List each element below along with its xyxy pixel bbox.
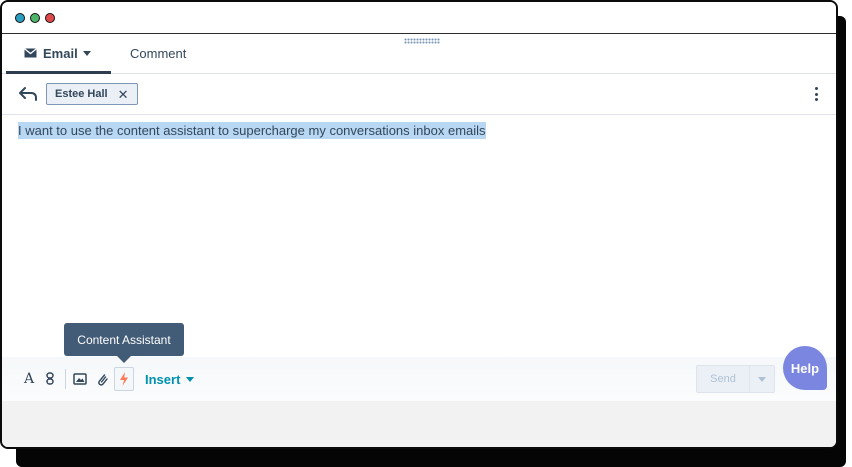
email-body-editor[interactable]: I want to use the content assistant to s… [2, 115, 836, 355]
paperclip-icon[interactable] [95, 369, 109, 389]
insert-dropdown[interactable]: Insert [145, 370, 195, 388]
chevron-down-icon [758, 376, 766, 382]
lightning-icon [120, 372, 128, 386]
chevron-down-icon [186, 376, 195, 382]
tab-email-label: Email [43, 45, 78, 61]
reply-arrow-icon[interactable] [18, 85, 38, 103]
font-format-icon[interactable]: A [22, 369, 36, 389]
recipient-chip-label: Estee Hall [55, 88, 108, 100]
insert-label: Insert [145, 371, 181, 387]
drag-handle-icon[interactable] [404, 38, 440, 44]
toolbar-divider [65, 369, 66, 389]
window-dot-red[interactable] [45, 13, 55, 23]
window-dot-blue[interactable] [15, 13, 25, 23]
content-assistant-button[interactable] [114, 367, 134, 391]
close-icon[interactable]: ✕ [118, 88, 129, 101]
send-button[interactable]: Send [697, 366, 750, 392]
send-options-dropdown[interactable] [750, 366, 774, 392]
tab-email[interactable]: Email [6, 34, 111, 74]
title-bar [2, 2, 836, 34]
image-icon[interactable] [73, 369, 87, 389]
chevron-down-icon [82, 50, 91, 56]
kebab-menu-icon[interactable] [814, 87, 818, 101]
tooltip-text: Content Assistant [77, 332, 171, 347]
tab-comment-label: Comment [130, 45, 187, 61]
recipient-row: Estee Hall ✕ [2, 74, 836, 115]
footer-area [2, 401, 836, 447]
snippet-icon[interactable] [44, 369, 56, 389]
email-body-text: I want to use the content assistant to s… [18, 122, 486, 139]
help-button[interactable]: Help [783, 346, 827, 390]
mail-icon [24, 48, 37, 58]
tab-comment[interactable]: Comment [130, 34, 186, 72]
recipient-chip[interactable]: Estee Hall ✕ [46, 83, 138, 105]
content-assistant-tooltip: Content Assistant [64, 323, 184, 363]
help-label: Help [790, 360, 820, 376]
window-dot-green[interactable] [30, 13, 40, 23]
send-button-group: Send [696, 365, 775, 393]
app-window: Email Comment Estee Hall ✕ I want to use… [0, 0, 838, 449]
